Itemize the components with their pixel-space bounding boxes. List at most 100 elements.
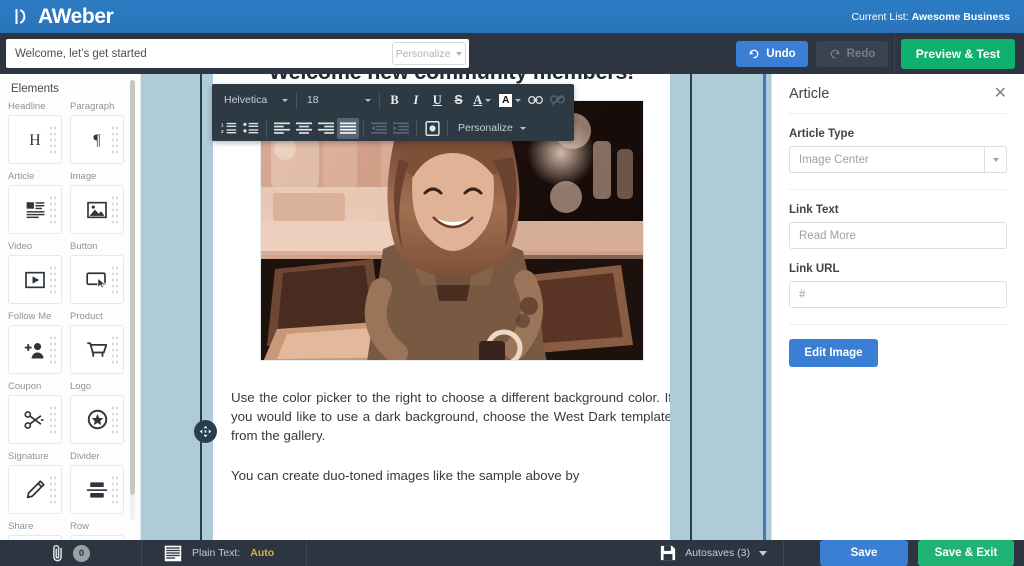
- strikethrough-button[interactable]: S: [448, 90, 469, 111]
- align-right-button[interactable]: [315, 118, 337, 139]
- align-center-button[interactable]: [293, 118, 315, 139]
- undo-button[interactable]: Undo: [736, 40, 808, 67]
- redo-button[interactable]: Redo: [816, 40, 888, 67]
- sidebar-item-divider[interactable]: Divider: [70, 451, 124, 514]
- sidebar-item-label: Article: [8, 171, 35, 182]
- link-url-input[interactable]: [789, 281, 1007, 308]
- toolbar-divider: [447, 119, 448, 137]
- sidebar-item-logo[interactable]: Logo: [70, 381, 124, 444]
- editor-main: Elements Headline H Paragraph ¶ Article …: [0, 74, 1024, 540]
- sidebar-item-follow-me[interactable]: Follow Me: [8, 311, 62, 374]
- paragraph-icon: ¶: [93, 132, 100, 149]
- sidebar-tile[interactable]: ¶: [70, 115, 124, 164]
- email-paragraph-1[interactable]: Use the color picker to the right to cho…: [231, 388, 672, 446]
- email-paragraph-2[interactable]: You can create duo-toned images like the…: [231, 466, 672, 485]
- sidebar-tile[interactable]: [8, 325, 62, 374]
- toolbar-divider: [363, 119, 364, 137]
- drag-dots-icon: [111, 335, 119, 365]
- bottom-bar-divider: [306, 540, 308, 566]
- canvas-right-rail: [690, 74, 692, 540]
- svg-text:¶: ¶: [93, 132, 100, 149]
- svg-text:1: 1: [221, 122, 224, 128]
- sidebar-tile[interactable]: [8, 255, 62, 304]
- panel-title: Article: [789, 85, 830, 102]
- sidebar-tile[interactable]: [8, 465, 62, 514]
- align-justify-button[interactable]: [337, 117, 359, 139]
- sidebar-item-article[interactable]: Article: [8, 171, 62, 234]
- chevron-down-icon[interactable]: [759, 550, 767, 556]
- chevron-down-icon: [485, 98, 492, 102]
- text-color-button[interactable]: A: [469, 90, 484, 111]
- sidebar-tile[interactable]: [70, 325, 124, 374]
- align-left-button[interactable]: [271, 118, 293, 139]
- element-drag-handle[interactable]: [194, 420, 217, 443]
- bullet-list-button[interactable]: [240, 118, 262, 139]
- chevron-down-icon: [364, 98, 371, 102]
- font-family-select[interactable]: Helvetica: [218, 90, 292, 110]
- unlink-button[interactable]: [547, 90, 568, 111]
- underline-label: U: [432, 92, 442, 107]
- autosaves-segment[interactable]: Autosaves (3): [660, 540, 767, 566]
- bold-label: B: [390, 92, 399, 107]
- sidebar-item-coupon[interactable]: Coupon: [8, 381, 62, 444]
- paperclip-icon[interactable]: [51, 544, 64, 562]
- close-icon[interactable]: ✕: [994, 85, 1007, 102]
- sidebar-tile[interactable]: [70, 185, 124, 234]
- sidebar-item-share[interactable]: Share: [8, 521, 62, 540]
- sidebar-tile[interactable]: H: [8, 115, 62, 164]
- edit-image-label: Edit Image: [804, 347, 863, 359]
- sidebar-item-label: Coupon: [8, 381, 42, 392]
- sidebar-item-signature[interactable]: Signature: [8, 451, 62, 514]
- italic-button[interactable]: I: [405, 90, 426, 111]
- subject-personalize-label: Personalize: [395, 47, 451, 60]
- article-type-select[interactable]: Image Center: [789, 146, 1007, 173]
- insert-image-button[interactable]: [421, 118, 443, 139]
- align-right-icon: [318, 122, 334, 134]
- strikethrough-label: S: [454, 93, 463, 107]
- bold-button[interactable]: B: [384, 90, 405, 111]
- link-button[interactable]: [525, 90, 546, 111]
- format-toolbar-row-2: 1 2 Personalize: [218, 116, 568, 140]
- article-type-label: Article Type: [789, 128, 854, 140]
- subject-input[interactable]: [6, 40, 392, 67]
- link-text-input[interactable]: [789, 222, 1007, 249]
- indent-increase-button[interactable]: [390, 118, 412, 139]
- sidebar-item-headline[interactable]: Headline H: [8, 101, 62, 164]
- font-size-select[interactable]: 18: [301, 90, 375, 110]
- sidebar-tile[interactable]: [70, 395, 124, 444]
- subject-personalize-button[interactable]: Personalize: [392, 42, 466, 65]
- sidebar-scrollbar-thumb[interactable]: [130, 80, 135, 495]
- aweber-logo[interactable]: AWeber: [14, 5, 114, 28]
- toolbar-personalize-button[interactable]: Personalize: [452, 122, 526, 134]
- ordered-list-button[interactable]: 1 2: [218, 118, 240, 139]
- underline-button[interactable]: U: [427, 90, 448, 111]
- current-list: Current List: Awesome Business: [851, 11, 1010, 23]
- sidebar-item-video[interactable]: Video: [8, 241, 62, 304]
- attachment-count-badge: 0: [73, 544, 90, 562]
- save-button[interactable]: Save: [820, 540, 908, 566]
- sidebar-item-button[interactable]: Button: [70, 241, 124, 304]
- plain-text-segment[interactable]: Plain Text: Auto: [142, 540, 274, 566]
- sidebar-item-row[interactable]: Row: [70, 521, 124, 540]
- unlink-icon: [549, 94, 565, 105]
- sidebar-item-product[interactable]: Product: [70, 311, 124, 374]
- drag-dots-icon: [111, 405, 119, 435]
- sidebar-scrollbar[interactable]: [130, 80, 135, 520]
- sidebar-item-label: Divider: [70, 451, 100, 462]
- brand-name: AWeber: [38, 5, 114, 28]
- chevron-down-icon[interactable]: [984, 147, 1006, 172]
- sidebar-tile[interactable]: [70, 255, 124, 304]
- edit-image-button[interactable]: Edit Image: [789, 339, 878, 367]
- highlight-color-button[interactable]: A: [495, 90, 514, 111]
- indent-decrease-button[interactable]: [368, 118, 390, 139]
- sidebar-item-image[interactable]: Image: [70, 171, 124, 234]
- canvas-left-rail: [200, 74, 202, 540]
- sidebar-tile[interactable]: [70, 465, 124, 514]
- bottom-bar: 0 Plain Text: Auto Autosaves (3) Save Sa…: [0, 540, 1024, 566]
- sidebar-tile[interactable]: [8, 395, 62, 444]
- sidebar-item-paragraph[interactable]: Paragraph ¶: [70, 101, 124, 164]
- button-icon: [86, 271, 106, 289]
- sidebar-tile[interactable]: [8, 185, 62, 234]
- save-and-exit-button[interactable]: Save & Exit: [918, 540, 1014, 566]
- preview-and-test-button[interactable]: Preview & Test: [901, 38, 1015, 69]
